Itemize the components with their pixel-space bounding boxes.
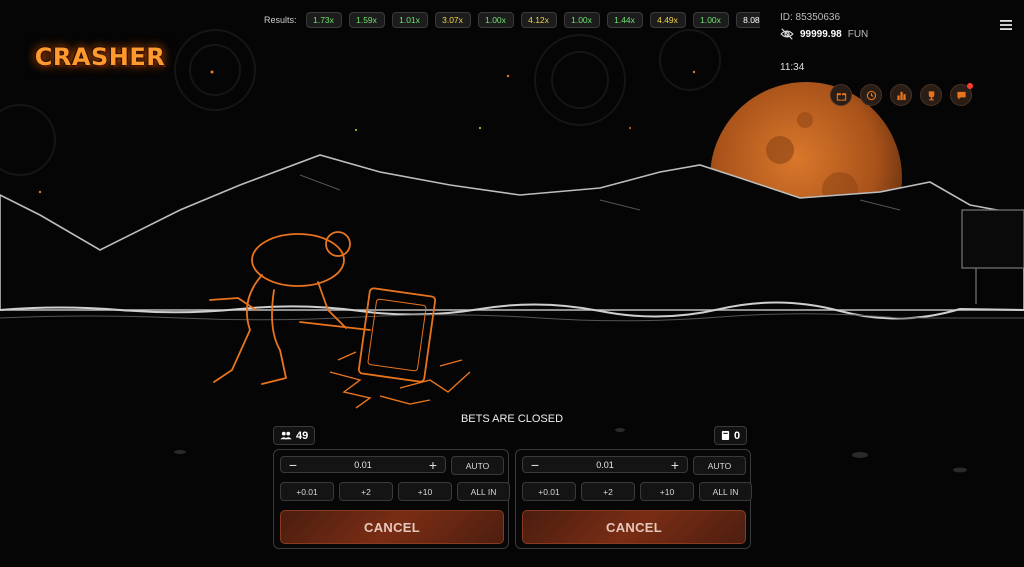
logo-text: CRASHER (34, 43, 166, 71)
quick-add-button[interactable]: +2 (581, 482, 635, 501)
ticket-icon (721, 431, 730, 440)
increase-stake-button[interactable]: + (669, 458, 681, 472)
users-icon (280, 431, 292, 440)
result-chip: 3.07x (434, 12, 471, 28)
result-chip: 1.00x (692, 12, 729, 28)
bets-count: 0 (734, 429, 741, 442)
user-id: ID: 85350636 (780, 12, 841, 23)
eye-slash-icon[interactable] (780, 28, 794, 40)
history-icon (866, 90, 876, 100)
hamburger-icon[interactable] (999, 19, 1013, 31)
balance-amount: 99999.98 (800, 28, 842, 40)
result-chip: 1.44x (606, 12, 643, 28)
increase-stake-button[interactable]: + (427, 458, 439, 472)
quick-add-button[interactable]: +10 (398, 482, 452, 501)
quick-add-button[interactable]: +2 (339, 482, 393, 501)
result-chip: 1.00x (477, 12, 514, 28)
bet-panel-2: − 0.01 + AUTO +0.01 +2 +10 ALL IN CANCEL (515, 449, 752, 549)
notification-dot (967, 83, 973, 89)
crasher-logo: CRASHER (30, 22, 170, 92)
cancel-button[interactable]: CANCEL (522, 510, 746, 544)
decrease-stake-button[interactable]: − (287, 458, 299, 472)
gift-icon (836, 92, 846, 101)
top-icon-bar (830, 83, 973, 106)
stake-value[interactable]: 0.01 (596, 460, 614, 470)
result-chip: 1.00x (563, 12, 600, 28)
result-chip: 1.73x (305, 12, 342, 28)
players-counter: 49 (273, 426, 316, 445)
all-in-button[interactable]: ALL IN (457, 482, 510, 501)
auto-button[interactable]: AUTO (451, 456, 504, 475)
result-chip: 1.01x (391, 12, 428, 28)
result-chip: 8.08x (735, 12, 760, 28)
quick-add-button[interactable]: +0.01 (280, 482, 334, 501)
stake-value[interactable]: 0.01 (354, 460, 372, 470)
decrease-stake-button[interactable]: − (529, 458, 541, 472)
balance-currency: FUN (847, 28, 869, 40)
result-chip: 4.12x (520, 12, 557, 28)
auto-button[interactable]: AUTO (693, 456, 746, 475)
history-button[interactable] (860, 84, 882, 106)
quick-add-button[interactable]: +10 (640, 482, 694, 501)
leaderboard-icon (896, 91, 906, 100)
trophy-icon (928, 90, 934, 100)
gift-button[interactable] (830, 84, 852, 106)
crack-illustration (329, 351, 471, 409)
balance: 99999.98 FUN (780, 28, 868, 40)
stake-stepper: − 0.01 + (522, 456, 688, 473)
cancel-button[interactable]: CANCEL (280, 510, 504, 544)
all-in-button[interactable]: ALL IN (699, 482, 752, 501)
bets-counter: 0 (714, 426, 748, 445)
leaderboard-button[interactable] (890, 84, 912, 106)
clock: 11:34 (780, 62, 805, 73)
quick-add-button[interactable]: +0.01 (522, 482, 576, 501)
chat-icon (956, 91, 966, 100)
results-label: Results: (264, 15, 297, 25)
results-bar: Results: 1.73x 1.59x 1.01x 3.07x 1.00x 4.12x 1… (264, 12, 760, 28)
players-count: 49 (296, 429, 309, 442)
result-chip: 4.49x (649, 12, 686, 28)
result-chip: 1.59x (348, 12, 385, 28)
bet-panel-1: − 0.01 + AUTO +0.01 +2 +10 ALL IN CANCEL (273, 449, 510, 549)
chat-button[interactable] (950, 83, 973, 106)
round-status: BETS ARE CLOSED (460, 413, 564, 425)
stake-stepper: − 0.01 + (280, 456, 446, 473)
trophy-button[interactable] (920, 84, 942, 106)
